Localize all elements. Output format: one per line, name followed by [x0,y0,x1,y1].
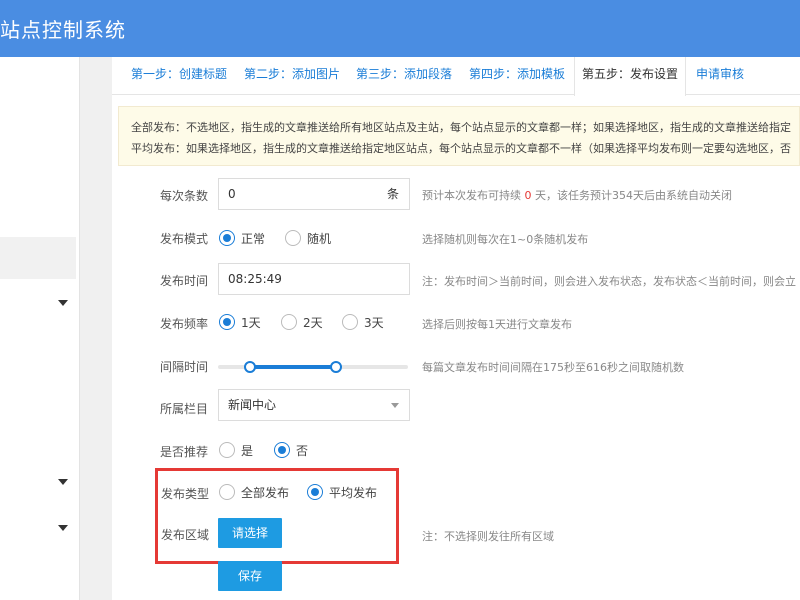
tab-step-1[interactable]: 第一步：创建标题 [124,57,234,95]
per-count-hint: 预计本次发布可持续 0 天，该任务预计354天后由系统自动关闭 [422,189,732,202]
interval-hint: 每篇文章发布时间间隔在175秒至616秒之间取随机数 [422,361,684,374]
main-panel: 第一步：创建标题 第二步：添加图片 第三步：添加段落 第四步：添加模板 第五步：… [112,57,800,600]
column-selected-value: 新闻中心 [228,398,277,412]
publish-type-label: 发布类型 [161,487,210,501]
per-count-days: 0 [524,189,532,202]
publish-time-input[interactable]: 08:25:49 [218,263,410,295]
chevron-down-icon[interactable] [58,479,68,485]
per-count-input[interactable]: 0 条 [218,178,410,210]
slider-min-handle[interactable] [244,361,257,373]
chevron-down-icon[interactable] [58,300,68,306]
app-title: 站点控制系统 [0,18,126,42]
mode-label: 发布模式 [160,232,209,246]
tab-step-2[interactable]: 第二步：添加图片 [237,57,347,95]
frequency-label: 发布频率 [160,317,209,331]
publish-time-value: 08:25:49 [228,272,282,286]
per-count-label: 每次条数 [160,189,209,203]
time-label: 发布时间 [160,274,209,288]
tab-step-4[interactable]: 第四步：添加模板 [462,57,572,95]
highlight-box [155,468,399,564]
column-select[interactable]: 新闻中心 [218,389,410,421]
sidebar [0,57,80,600]
save-button[interactable]: 保存 [218,561,282,591]
per-count-value: 0 [228,187,236,201]
column-label: 所属栏目 [160,402,209,416]
region-hint: 注：不选择则发往所有区域 [422,530,554,543]
mode-hint: 选择随机则每次在1~0条随机发布 [422,233,589,246]
notice-line-1: 全部发布：不选地区，指生成的文章推送给所有地区站点及主站，每个站点显示的文章都一… [131,121,791,134]
tab-step-5[interactable]: 第五步：发布设置 [574,57,687,96]
notice-box: 全部发布：不选地区，指生成的文章推送给所有地区站点及主站，每个站点显示的文章都一… [118,106,800,166]
interval-range-slider[interactable] [218,361,408,373]
time-hint: 注：发布时间＞当前时间，则会进入发布状态，发布状态＜当前时间，则会立 [422,275,796,288]
per-count-unit: 条 [386,187,399,201]
frequency-hint: 选择后则按每1天进行文章发布 [422,318,572,331]
select-region-button[interactable]: 请选择 [218,518,282,548]
header-bar: 站点控制系统 [0,0,800,57]
tab-apply-review[interactable]: 申请审核 [689,57,751,95]
step-tabs: 第一步：创建标题 第二步：添加图片 第三步：添加段落 第四步：添加模板 第五步：… [112,57,800,96]
slider-max-handle[interactable] [329,361,342,373]
chevron-down-icon[interactable] [58,525,68,531]
slider-fill [250,365,336,369]
tab-step-3[interactable]: 第三步：添加段落 [349,57,459,95]
region-label: 发布区域 [161,528,210,542]
sidebar-active-item[interactable] [0,237,76,279]
notice-line-2: 平均发布：如果选择地区，指生成的文章推送给指定地区站点，每个站点显示的文章都不一… [131,142,791,155]
recommend-label: 是否推荐 [160,445,209,459]
interval-label: 间隔时间 [160,360,209,374]
dropdown-arrow-icon [391,403,399,408]
